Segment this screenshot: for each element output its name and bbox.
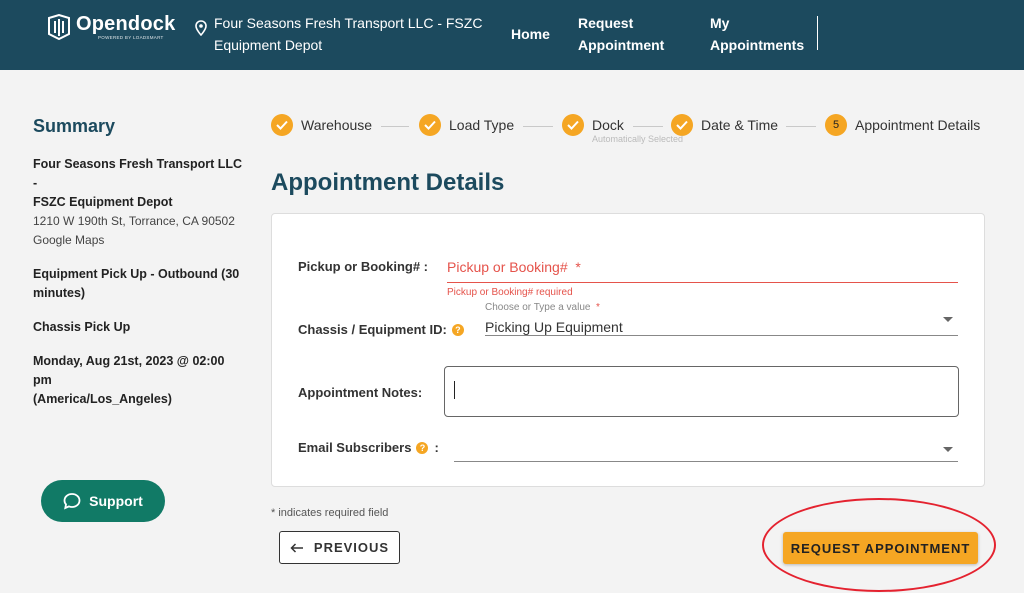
appointment-notes-label: Appointment Notes: — [298, 385, 422, 400]
nav-divider — [817, 16, 818, 50]
summary-load-type: Equipment Pick Up - Outbound (30 minutes… — [33, 265, 243, 303]
step-complete-check-icon — [671, 114, 693, 136]
pickup-booking-input[interactable]: Pickup or Booking# * — [447, 259, 581, 275]
chassis-underline — [485, 335, 958, 336]
stepper-connector — [633, 126, 663, 127]
pickup-booking-underline — [447, 282, 958, 283]
summary-title: Summary — [33, 116, 116, 136]
chevron-down-icon[interactable] — [943, 317, 953, 322]
summary-dock-label: Chassis Pick Up — [33, 320, 131, 334]
step-label: Load Type — [449, 117, 515, 133]
pickup-booking-error: Pickup or Booking# required — [447, 287, 573, 298]
nav-request-appointment[interactable]: Request Appointment — [578, 12, 678, 56]
summary-load-type-line2: minutes) — [33, 286, 86, 300]
chassis-float-label-text: Choose or Type a value — [485, 302, 591, 313]
nav-request-line1: Request — [578, 15, 634, 31]
email-subscribers-select[interactable] — [454, 438, 958, 460]
selected-warehouse: Four Seasons Fresh Transport LLC - FSZC … — [195, 12, 494, 56]
summary-warehouse: Four Seasons Fresh Transport LLC - FSZC … — [33, 155, 243, 250]
summary-dock: Chassis Pick Up — [33, 318, 243, 337]
stepper-connector — [786, 126, 816, 127]
opendock-logo-icon — [48, 14, 70, 41]
chassis-equipment-select[interactable]: Picking Up Equipment — [485, 319, 623, 335]
logo-name: Opendock — [76, 13, 176, 35]
logo-subtitle: POWERED BY LOADSMART — [98, 35, 164, 40]
warehouse-name-line1: Four Seasons Fresh Transport LLC - FSZC — [214, 15, 483, 31]
chassis-equipment-label-text: Chassis / Equipment ID: — [298, 322, 447, 337]
step-appointment-details: 5 Appointment Details — [825, 114, 980, 136]
opendock-logo[interactable]: Opendock POWERED BY LOADSMART — [46, 14, 175, 41]
nav-home[interactable]: Home — [511, 23, 550, 45]
step-warehouse[interactable]: Warehouse — [271, 114, 372, 136]
summary-datetime-line2: (America/Los_Angeles) — [33, 392, 172, 406]
nav-request-line2: Appointment — [578, 37, 665, 53]
nav-my-line1: My — [710, 15, 730, 31]
pickup-booking-placeholder: Pickup or Booking# — [447, 259, 568, 275]
step-load-type[interactable]: Load Type — [419, 114, 514, 136]
required-star: * — [575, 259, 581, 275]
step-date-time[interactable]: Date & Time — [671, 114, 778, 136]
step-label: Date & Time — [701, 117, 779, 133]
text-cursor — [454, 381, 455, 399]
warehouse-name-line2: Equipment Depot — [214, 37, 323, 53]
chassis-float-label: Choose or Type a value * — [485, 302, 600, 313]
summary-warehouse-line2: FSZC Equipment Depot — [33, 195, 173, 209]
step-complete-check-icon — [271, 114, 293, 136]
chevron-down-icon[interactable] — [943, 447, 953, 452]
arrow-left-icon — [290, 542, 303, 553]
pickup-booking-label-text: Pickup or Booking# : — [298, 259, 429, 274]
chat-bubble-icon — [63, 493, 81, 510]
step-complete-check-icon — [562, 114, 584, 136]
summary-warehouse-line1: Four Seasons Fresh Transport LLC - — [33, 157, 243, 190]
support-label: Support — [89, 493, 143, 509]
top-navbar: Opendock POWERED BY LOADSMART Four Seaso… — [0, 0, 1024, 70]
page-title: Appointment Details — [271, 169, 505, 196]
stepper-connector — [523, 126, 553, 127]
summary-datetime-line1: Monday, Aug 21st, 2023 @ 02:00 pm — [33, 354, 225, 387]
email-subscribers-colon: : — [434, 440, 439, 455]
previous-label: PREVIOUS — [313, 540, 390, 555]
summary-panel: Summary Four Seasons Fresh Transport LLC… — [33, 116, 243, 424]
step-number: 5 — [825, 114, 847, 136]
step-label: Warehouse — [301, 117, 373, 133]
email-subscribers-label-text: Email Subscribers — [298, 440, 412, 455]
step-dock[interactable]: Dock — [562, 114, 624, 136]
email-subscribers-underline — [454, 461, 958, 462]
summary-datetime: Monday, Aug 21st, 2023 @ 02:00 pm (Ameri… — [33, 352, 243, 409]
dock-auto-selected-note: Automatically Selected — [592, 134, 684, 144]
appointment-notes-label-text: Appointment Notes: — [298, 385, 423, 400]
nav-my-line2: Appointments — [710, 37, 805, 53]
previous-button[interactable]: PREVIOUS — [279, 531, 400, 564]
step-label: Dock — [592, 117, 624, 133]
required-field-note: * indicates required field — [271, 507, 389, 519]
required-star: * — [596, 302, 600, 313]
summary-address: 1210 W 190th St, Torrance, CA 90502 — [33, 214, 235, 228]
step-label: Appointment Details — [855, 117, 981, 133]
pickup-booking-label: Pickup or Booking# : — [298, 259, 428, 274]
support-button[interactable]: Support — [41, 480, 165, 522]
help-icon[interactable]: ? — [416, 441, 429, 454]
chassis-equipment-label: Chassis / Equipment ID: ? — [298, 322, 464, 337]
appointment-notes-textarea[interactable] — [444, 366, 959, 417]
help-icon[interactable]: ? — [451, 323, 464, 336]
nav-my-appointments[interactable]: My Appointments — [710, 12, 810, 56]
location-pin-icon — [195, 20, 207, 36]
google-maps-link[interactable]: Google Maps — [33, 231, 243, 250]
stepper-connector — [381, 126, 409, 127]
step-complete-check-icon — [419, 114, 441, 136]
email-subscribers-label: Email Subscribers ? : — [298, 440, 439, 455]
summary-load-type-line1: Equipment Pick Up - Outbound (30 — [33, 267, 240, 281]
request-appointment-button[interactable]: REQUEST APPOINTMENT — [783, 532, 978, 564]
